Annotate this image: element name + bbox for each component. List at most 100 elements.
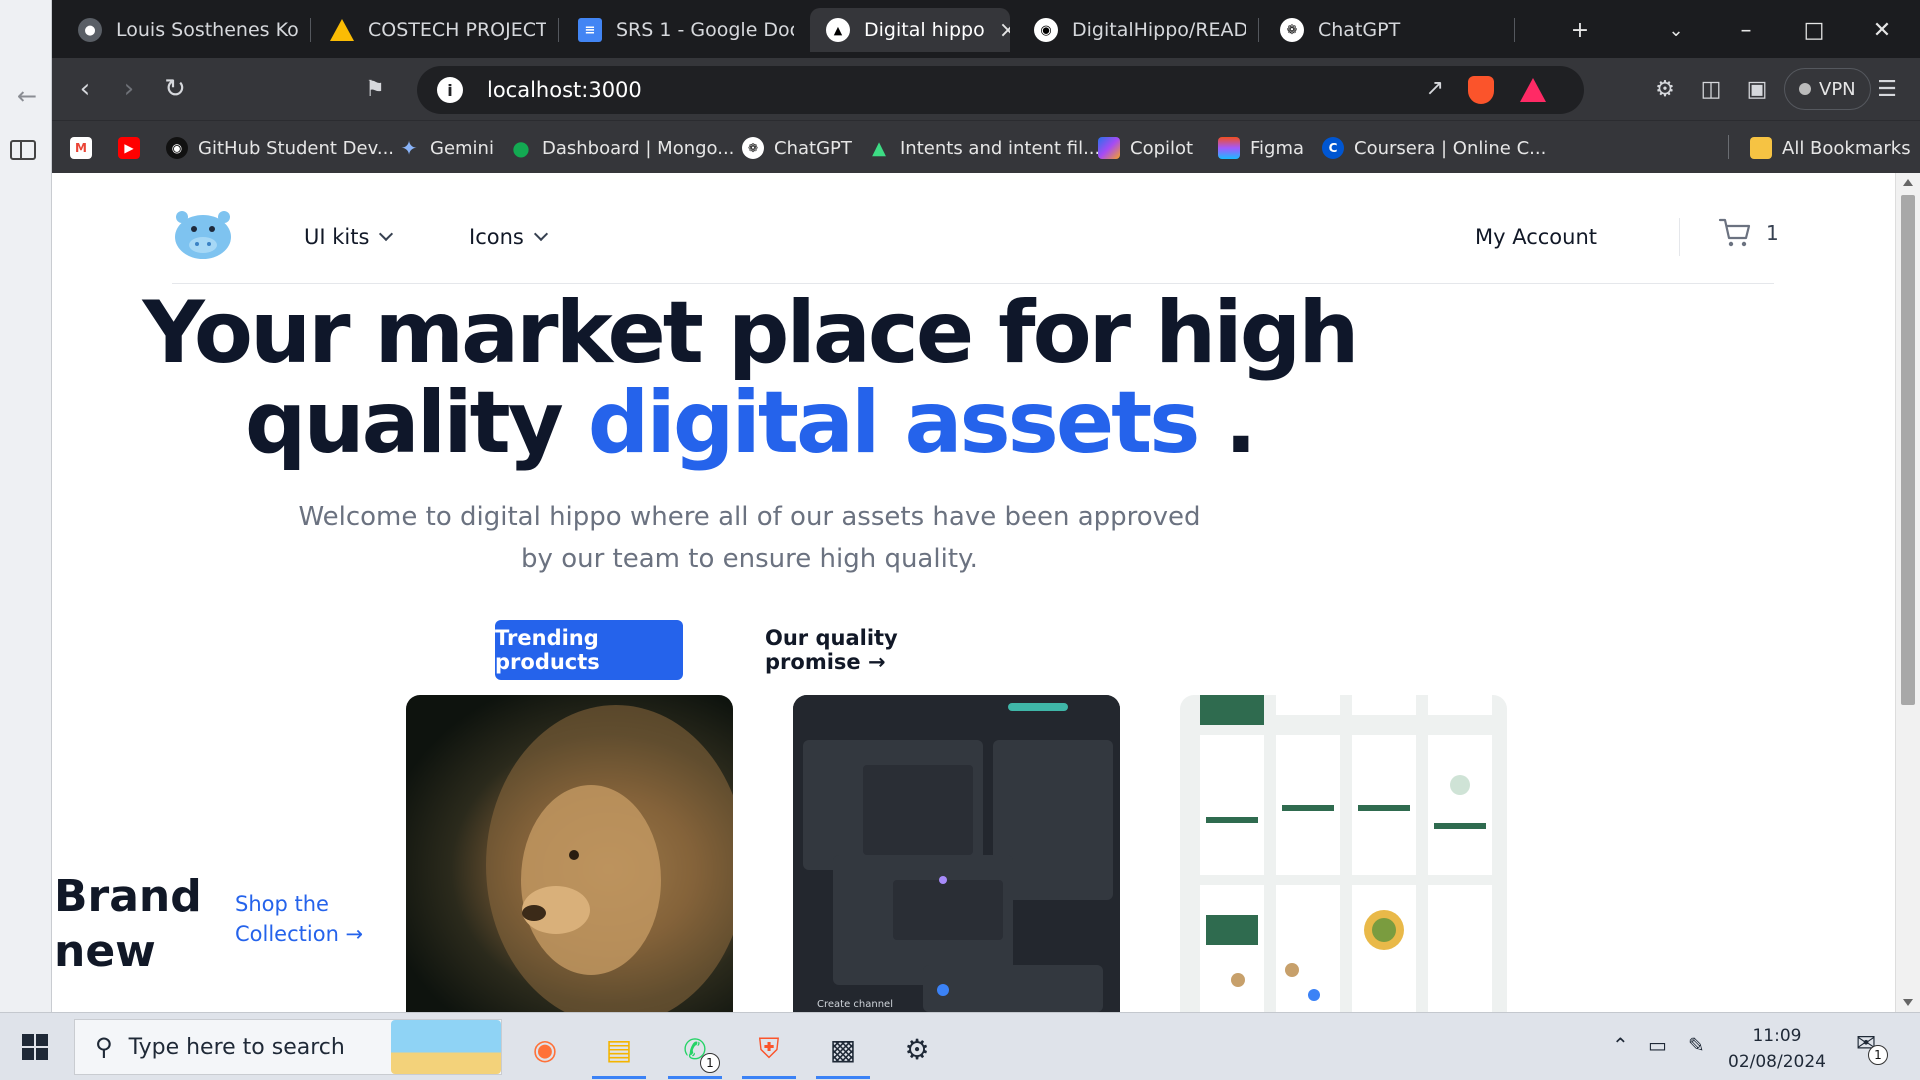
bookmark-android-intents[interactable]: ▲ Intents and intent fil... xyxy=(868,131,1100,165)
firefox-icon[interactable]: ◉ xyxy=(510,1023,580,1075)
bookmark-chatgpt[interactable]: ❁ ChatGPT xyxy=(742,131,852,165)
vpn-button[interactable]: VPN xyxy=(1784,68,1871,110)
bookmark-coursera[interactable]: C Coursera | Online C... xyxy=(1322,131,1546,165)
gemini-icon: ✦ xyxy=(400,136,418,160)
tab-separator xyxy=(558,18,559,42)
app-logo-icon: ● xyxy=(78,18,102,42)
google-drive-icon xyxy=(330,19,354,41)
share-icon[interactable]: ↗ xyxy=(1426,76,1444,101)
toolbar: ‹ › ↻ ⚑ i localhost:3000 ↗ ⚙ ◫ ▣ VPN ☰ xyxy=(52,58,1920,120)
minimize-icon[interactable]: – xyxy=(1722,8,1770,52)
tab-strip: ● Louis Sosthenes Kony COSTECH PROJECT1 … xyxy=(52,0,1920,58)
terminal-icon[interactable]: ▩ xyxy=(808,1023,878,1079)
all-bookmarks[interactable]: All Bookmarks xyxy=(1750,131,1911,165)
show-hidden-icons-chevron-icon[interactable]: ⌃ xyxy=(1612,1033,1629,1057)
file-explorer-icon[interactable]: ▤ xyxy=(584,1023,654,1079)
settings-gear-icon[interactable]: ⚙ xyxy=(882,1023,952,1075)
nav-icons[interactable]: Icons xyxy=(469,225,548,249)
bookmark-separator xyxy=(1728,135,1729,159)
menu-icon[interactable]: ☰ xyxy=(1872,74,1902,104)
scrollbar-thumb[interactable] xyxy=(1901,195,1915,705)
search-icon: ⚲ xyxy=(95,1033,113,1061)
nav-divider xyxy=(1679,218,1680,256)
close-tab-icon[interactable]: × xyxy=(999,18,1010,43)
hippo-logo-icon[interactable] xyxy=(172,209,234,261)
chevron-down-icon xyxy=(379,226,394,242)
tab-search-chevron-icon[interactable]: ⌄ xyxy=(1652,8,1700,52)
tab-separator xyxy=(1514,18,1515,42)
tab-srs-docs[interactable]: ≡ SRS 1 - Google Docs xyxy=(562,8,794,52)
product-card-lion[interactable] xyxy=(406,695,733,1012)
trending-products-button[interactable]: Trending products xyxy=(495,620,683,680)
tab-github-readme[interactable]: ◉ DigitalHippo/READM xyxy=(1018,8,1246,52)
mongodb-icon: ● xyxy=(512,136,530,160)
page-scrollbar[interactable] xyxy=(1895,173,1920,1012)
sidebar-toggle-icon[interactable] xyxy=(10,140,36,160)
brave-icon[interactable]: ⛨ xyxy=(734,1023,804,1079)
coursera-icon: C xyxy=(1322,137,1344,159)
bookmark-icon[interactable]: ⚑ xyxy=(356,70,394,108)
whatsapp-badge: 1 xyxy=(700,1053,720,1073)
url-text[interactable]: localhost:3000 xyxy=(487,78,642,102)
whatsapp-icon[interactable]: ✆ 1 xyxy=(660,1023,730,1079)
notification-badge: 1 xyxy=(1868,1045,1888,1065)
reload-icon[interactable]: ↻ xyxy=(156,70,194,108)
chatgpt-icon: ❁ xyxy=(1280,18,1304,42)
battery-icon[interactable]: ▭ xyxy=(1648,1033,1667,1057)
extensions-icon[interactable]: ⚙ xyxy=(1650,74,1680,104)
maximize-icon[interactable]: □ xyxy=(1790,8,1838,52)
windows-start-icon[interactable] xyxy=(22,1034,48,1060)
brave-shields-icon[interactable] xyxy=(1468,76,1494,104)
notification-icon[interactable]: ✉ 1 xyxy=(1856,1029,1888,1065)
tab-costech[interactable]: COSTECH PROJECT1 2 xyxy=(314,8,546,52)
bookmark-gmail[interactable]: M xyxy=(70,131,92,165)
sidebar-icon[interactable]: ◫ xyxy=(1696,74,1726,104)
tab-chatgpt[interactable]: ❁ ChatGPT xyxy=(1264,8,1474,52)
back-arrow-icon[interactable]: ← xyxy=(17,82,37,110)
cart-button[interactable]: 1 xyxy=(1718,217,1779,249)
close-window-icon[interactable]: ✕ xyxy=(1858,8,1906,52)
chevron-down-icon xyxy=(533,226,548,242)
clock-date: 02/08/2024 xyxy=(1728,1052,1826,1072)
screen: ← ● Louis Sosthenes Kony COSTECH PROJECT… xyxy=(0,0,1920,1080)
bookmarks-bar: M ▶ ◉ GitHub Student Dev... ✦ Gemini ● D… xyxy=(52,120,1920,173)
brave-rewards-icon[interactable] xyxy=(1520,78,1546,102)
page-viewport: UI kits Icons My Account 1 Your market p… xyxy=(52,173,1895,1012)
bookmark-gemini[interactable]: ✦ Gemini xyxy=(398,131,494,165)
tab-separator xyxy=(310,18,311,42)
my-account-link[interactable]: My Account xyxy=(1475,225,1597,249)
address-bar[interactable]: i localhost:3000 ↗ xyxy=(417,66,1584,114)
forward-icon[interactable]: › xyxy=(110,70,148,108)
pen-icon[interactable]: ✎ xyxy=(1688,1033,1705,1057)
quality-promise-link[interactable]: Our quality promise → xyxy=(765,620,995,680)
bookmark-youtube[interactable]: ▶ xyxy=(118,131,140,165)
scroll-up-icon[interactable] xyxy=(1903,179,1913,186)
shop-collection-link[interactable]: Shop the Collection → xyxy=(235,889,395,949)
bookmark-mongodb[interactable]: ● Dashboard | Mongo... xyxy=(510,131,734,165)
card-caption: Create channel xyxy=(817,999,893,1010)
scroll-down-icon[interactable] xyxy=(1903,999,1913,1006)
new-tab-button[interactable]: + xyxy=(1556,8,1604,52)
product-card-mobile-ui[interactable] xyxy=(1180,695,1507,1012)
bookmark-copilot[interactable]: Copilot xyxy=(1098,131,1193,165)
vpn-status-icon xyxy=(1799,83,1811,95)
back-icon[interactable]: ‹ xyxy=(66,70,104,108)
tab-louis[interactable]: ● Louis Sosthenes Kony xyxy=(62,8,298,52)
android-icon: ▲ xyxy=(872,137,886,159)
cart-count: 1 xyxy=(1766,221,1779,245)
system-clock[interactable]: 11:09 02/08/2024 xyxy=(1728,1023,1826,1075)
bookmark-github-student[interactable]: ◉ GitHub Student Dev... xyxy=(166,131,394,165)
bookmark-figma[interactable]: Figma xyxy=(1218,131,1304,165)
section-heading: Brand new xyxy=(54,871,202,977)
taskbar-search[interactable]: ⚲ Type here to search xyxy=(74,1019,502,1075)
hero-title: Your market place for high quality digit… xyxy=(142,283,1359,473)
mobile-ui-kit-image xyxy=(1200,695,1492,1012)
product-card-dark-ui[interactable]: Create channel xyxy=(793,695,1120,1012)
wallet-icon[interactable]: ▣ xyxy=(1742,74,1772,104)
tab-digital-hippo[interactable]: ▲ Digital hippo × xyxy=(810,8,1010,52)
site-info-icon[interactable]: i xyxy=(437,77,463,103)
cart-icon xyxy=(1718,218,1751,247)
nav-ui-kits[interactable]: UI kits xyxy=(304,225,394,249)
figma-icon xyxy=(1218,137,1240,159)
hero-title-accent: digital assets xyxy=(587,373,1201,473)
